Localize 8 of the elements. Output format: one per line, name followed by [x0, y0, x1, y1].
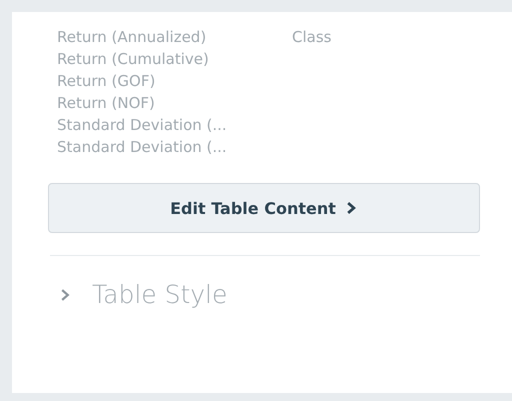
field-name: Return (NOF)	[57, 94, 156, 112]
field-name: Standard Deviation (...	[57, 116, 228, 134]
field-name: Standard Deviation (...	[57, 138, 228, 156]
field-name: Return (Annualized)	[57, 28, 208, 46]
edit-table-content-button[interactable]: Edit Table Content	[48, 183, 480, 233]
field-type: Class	[292, 28, 332, 46]
field-name: Return (GOF)	[57, 72, 156, 90]
field-name: Return (Cumulative)	[57, 50, 210, 68]
